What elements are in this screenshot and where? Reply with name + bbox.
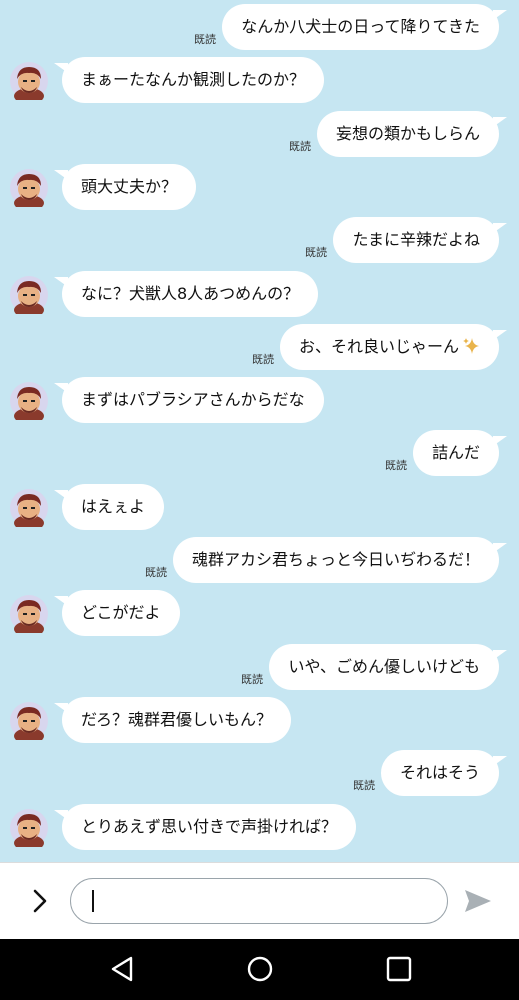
sent-message: お、それ良いじゃーん既読 (0, 324, 519, 370)
message-text: なんか八犬士の日って降りてきた (241, 17, 480, 36)
sent-message: 詰んだ既読 (0, 430, 519, 476)
received-message: だろ？魂群君優しいもん？ (0, 697, 519, 743)
message-bubble[interactable]: それはそう (380, 750, 508, 796)
home-button[interactable] (244, 953, 276, 985)
system-nav-bar (0, 939, 519, 1000)
message-text: 魂群アカシ君ちょっと今日いぢわるだ！ (191, 550, 480, 569)
chat-log[interactable]: なんか八犬士の日って降りてきた 既読 まぁーたなんか観測したのか？ 妄想の類かもしらん… (0, 0, 519, 862)
avatar-icon[interactable] (10, 276, 48, 314)
sent-message: いや、ごめん優しいけども既読 (0, 644, 519, 690)
sent-message: それはそう既読 (0, 750, 519, 796)
received-message: 頭大丈夫か？ (0, 164, 519, 210)
home-icon (247, 956, 273, 982)
back-button[interactable] (107, 953, 139, 985)
message-bubble[interactable]: 妄想の類かもしらん (316, 111, 508, 157)
avatar-icon[interactable] (10, 169, 48, 207)
avatar-icon[interactable] (10, 702, 48, 740)
received-message: どこがだよ (0, 590, 519, 636)
recents-button[interactable] (383, 953, 415, 985)
read-receipt: 既読 (145, 566, 167, 579)
avatar-icon[interactable] (10, 62, 48, 100)
message-bubble[interactable]: はえぇよ (53, 484, 165, 530)
received-message: とりあえず思い付きで声掛ければ？ (0, 804, 519, 850)
send-button[interactable] (462, 887, 494, 915)
message-bubble[interactable]: どこがだよ (54, 590, 180, 636)
message-bubble[interactable]: 頭大丈夫か？ (53, 164, 197, 210)
avatar-icon[interactable] (10, 382, 48, 420)
read-receipt: 既読 (305, 246, 327, 259)
message-bubble[interactable]: だろ？魂群君優しいもん？ (53, 697, 292, 743)
avatar-icon[interactable] (10, 809, 48, 847)
message-text: なに？犬獣人8人あつめんの？ (81, 284, 300, 303)
message-text: どこがだよ (81, 603, 161, 622)
avatar-icon[interactable] (10, 489, 48, 527)
message-input[interactable] (70, 878, 448, 924)
read-receipt: 既読 (353, 779, 375, 792)
chevron-right-icon (33, 889, 47, 913)
message-bubble[interactable]: お、それ良いじゃーん (279, 324, 508, 370)
read-receipt: 既読 (385, 459, 407, 472)
message-bubble[interactable]: まずはパブラシアさんからだな (54, 377, 324, 423)
text-caret (92, 890, 94, 912)
message-text: たまに辛辣だよね (352, 230, 480, 249)
message-bubble[interactable]: とりあえず思い付きで声掛ければ？ (53, 804, 357, 850)
sent-message: たまに辛辣だよね既読 (0, 217, 519, 263)
received-message: なに？犬獣人8人あつめんの？ (0, 271, 519, 317)
message-text: いや、ごめん優しいけども (288, 657, 480, 676)
received-message: はえぇよ (0, 484, 519, 530)
message-text: お、それ良いじゃーん (298, 337, 459, 356)
message-text: とりあえず思い付きで声掛ければ？ (81, 817, 338, 836)
message-text: それはそう (399, 763, 480, 782)
received-message: まぁーたなんか観測したのか？ (0, 57, 519, 103)
message-text: はえぇよ (81, 497, 146, 516)
message-text: 妄想の類かもしらん (335, 124, 480, 143)
message-input-bar (0, 862, 519, 939)
message-text: まずはパブラシアさんからだな (81, 390, 305, 409)
read-receipt: 既読 (289, 140, 311, 153)
message-bubble[interactable]: たまに辛辣だよね (333, 217, 507, 263)
message-text: 頭大丈夫か？ (81, 177, 178, 196)
read-receipt: 既読 (194, 33, 216, 46)
sent-message: 魂群アカシ君ちょっと今日いぢわるだ！ 既読 (0, 537, 519, 583)
sparkle-icon (463, 338, 479, 354)
sent-message: なんか八犬士の日って降りてきた既読 (0, 4, 519, 50)
read-receipt: 既読 (241, 673, 263, 686)
sent-message: 妄想の類かもしらん既読 (0, 111, 519, 157)
avatar-icon[interactable] (10, 595, 48, 633)
message-bubble[interactable]: 詰んだ (412, 430, 508, 476)
received-message: まずはパブラシアさんからだな (0, 377, 519, 423)
expand-menu-button[interactable] (26, 887, 54, 915)
read-receipt: 既読 (252, 353, 274, 366)
back-icon (111, 956, 133, 982)
message-text: まぁーたなんか観測したのか？ (81, 70, 306, 89)
message-bubble[interactable]: 魂群アカシ君ちょっと今日いぢわるだ！ (172, 537, 508, 583)
message-bubble[interactable]: なに？犬獣人8人あつめんの？ (53, 271, 319, 317)
recents-icon (386, 956, 412, 982)
message-bubble[interactable]: なんか八犬士の日って降りてきた (222, 4, 507, 50)
message-text: 詰んだ (431, 443, 480, 462)
message-bubble[interactable]: いや、ごめん優しいけども (269, 644, 507, 690)
message-text: だろ？魂群君優しいもん？ (81, 710, 273, 729)
message-bubble[interactable]: まぁーたなんか観測したのか？ (53, 57, 325, 103)
send-icon (465, 890, 491, 912)
